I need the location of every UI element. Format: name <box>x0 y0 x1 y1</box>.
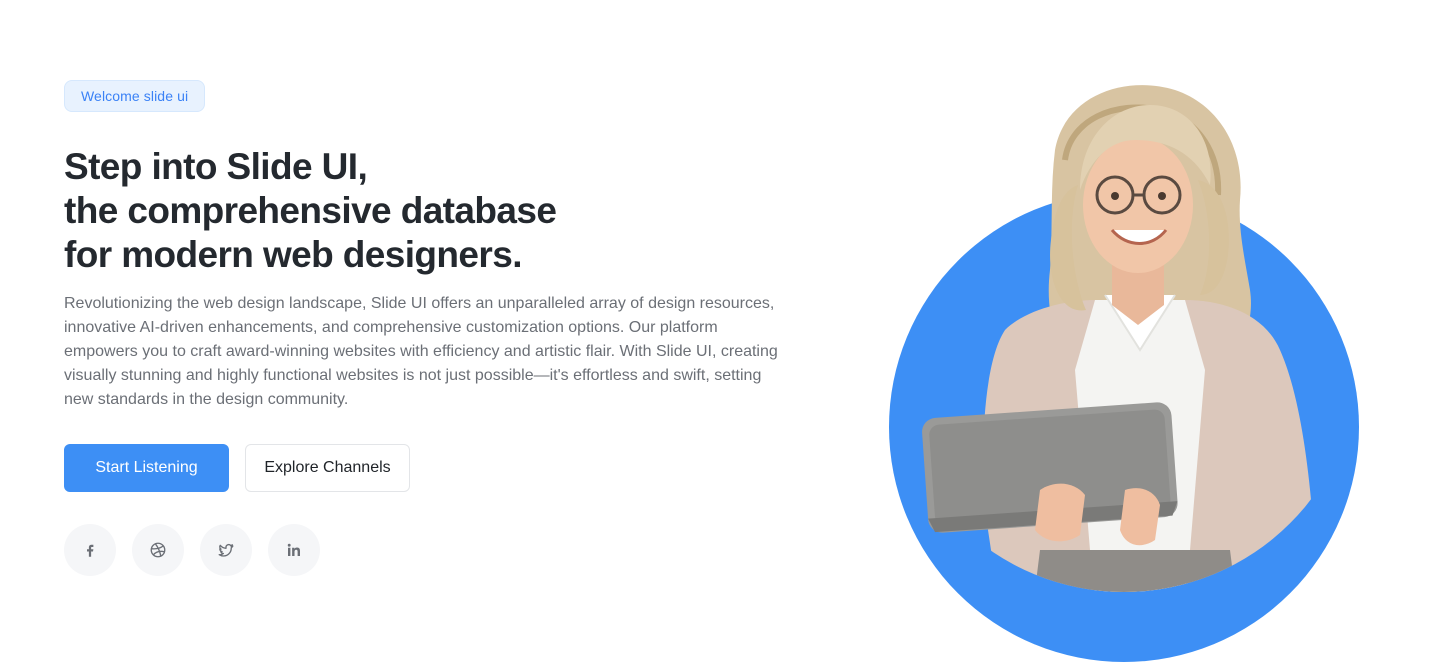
social-links <box>64 524 320 576</box>
headline-line-3: for modern web designers. <box>64 234 522 275</box>
facebook-link[interactable] <box>64 524 116 576</box>
hero-description: Revolutionizing the web design landscape… <box>64 295 778 408</box>
headline-line-2: the comprehensive database <box>64 190 557 231</box>
hero-image <box>880 70 1370 662</box>
twitter-icon <box>218 544 234 557</box>
explore-channels-button[interactable]: Explore Channels <box>245 444 410 492</box>
facebook-icon <box>87 544 94 557</box>
start-listening-button[interactable]: Start Listening <box>64 444 229 492</box>
woman-with-laptop-illustration <box>922 85 1325 592</box>
linkedin-link[interactable] <box>268 524 320 576</box>
hero-headline: Step into Slide UI, the comprehensive da… <box>64 145 784 277</box>
dribbble-link[interactable] <box>132 524 184 576</box>
linkedin-icon <box>287 543 300 556</box>
headline-line-1: Step into Slide UI, <box>64 146 368 187</box>
welcome-badge: Welcome slide ui <box>64 80 206 112</box>
twitter-link[interactable] <box>200 524 252 576</box>
dribbble-icon <box>150 542 166 558</box>
